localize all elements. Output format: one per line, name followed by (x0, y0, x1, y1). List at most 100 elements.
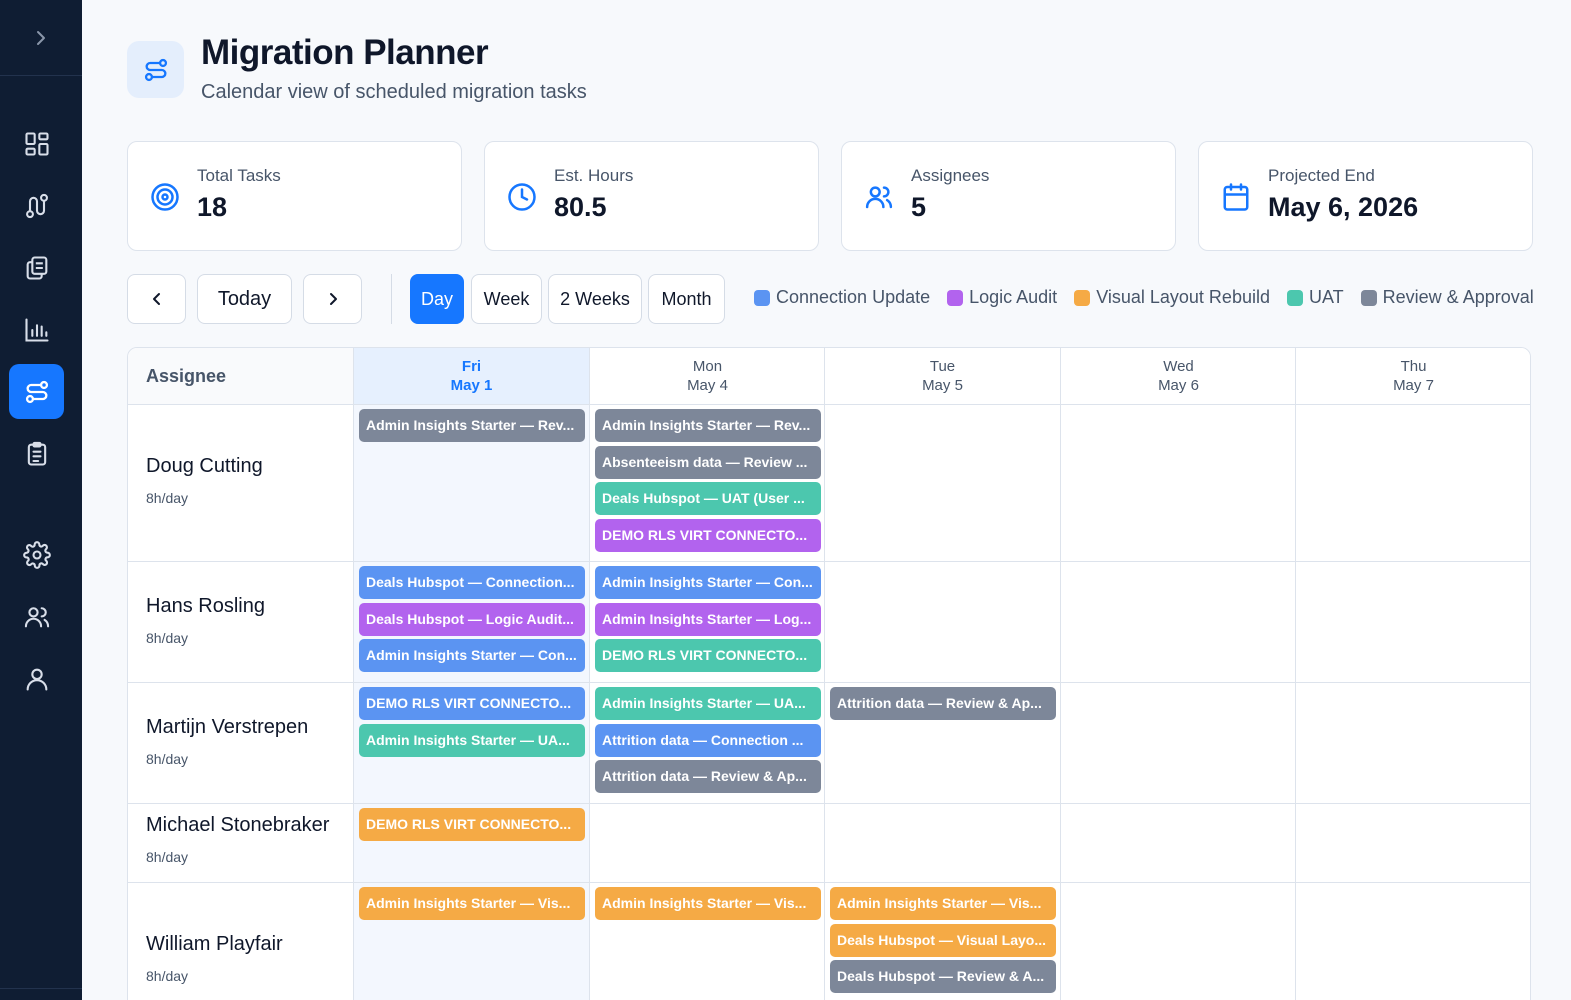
task-block[interactable]: Admin Insights Starter — UA... (595, 687, 821, 720)
day-cell[interactable] (1295, 405, 1530, 561)
task-block[interactable]: Attrition data — Review & Ap... (595, 760, 821, 794)
users-icon (865, 186, 893, 209)
day-cell[interactable]: Deals Hubspot — Connection... Deals Hubsp… (353, 562, 589, 682)
sidebar-item-migration-planner[interactable] (9, 364, 64, 419)
stat-label: Assignees (911, 166, 990, 185)
day-cell[interactable]: Admin Insights Starter — Rev... Absenteei… (589, 405, 825, 561)
stat-card-est-hours: Est. Hours 80.5 (484, 141, 819, 251)
task-block[interactable]: Attrition data — Review & Ap... (830, 687, 1056, 720)
task-block[interactable]: Admin Insights Starter — Vis... (595, 887, 821, 920)
legend-swatch (1360, 289, 1377, 306)
day-cell[interactable]: DEMO RLS VIRT CONNECTO... (353, 804, 589, 882)
day-date: May 7 (1393, 377, 1434, 394)
sidebar-item-profile[interactable] (9, 651, 64, 706)
legend-swatch (1074, 289, 1091, 306)
task-block[interactable]: Admin Insights Starter — Log... (595, 602, 821, 636)
task-block[interactable]: Admin Insights Starter — Rev... (359, 409, 585, 442)
day-cell[interactable]: Admin Insights Starter — Vis... (353, 883, 589, 1000)
stat-label: Total Tasks (197, 166, 281, 185)
task-block[interactable]: Admin Insights Starter — Con... (359, 639, 585, 673)
day-cell[interactable] (1295, 683, 1530, 803)
day-cell[interactable] (1060, 562, 1296, 682)
stat-label: Est. Hours (554, 166, 634, 185)
day-cell[interactable] (589, 804, 825, 882)
task-block[interactable]: Deals Hubspot — Logic Audit... (359, 602, 585, 636)
assignee-name: Hans Rosling (146, 595, 265, 617)
sidebar-item-pipelines[interactable] (9, 178, 64, 233)
stat-card-assignees: Assignees 5 (841, 141, 1176, 251)
day-cell[interactable] (1295, 883, 1530, 1000)
day-cell[interactable] (824, 804, 1060, 882)
sidebar-item-dashboard[interactable] (9, 116, 64, 171)
task-block[interactable]: Attrition data — Connection ... (595, 723, 821, 757)
user-icon (26, 668, 47, 691)
day-name: Wed (1163, 358, 1194, 375)
task-block[interactable]: Admin Insights Starter — Vis... (359, 887, 585, 920)
copy-icon (26, 255, 47, 280)
day-cell[interactable]: DEMO RLS VIRT CONNECTO... Admin Insights … (353, 683, 589, 803)
day-header-fri: Fri May 1 (353, 348, 589, 404)
workflow-icon (144, 58, 167, 81)
day-cell[interactable]: Attrition data — Review & Ap... (824, 683, 1060, 803)
sidebar-item-reports[interactable] (9, 240, 64, 295)
today-button[interactable]: Today (197, 274, 292, 324)
day-cell[interactable]: Admin Insights Starter — Vis... Deals Hub… (824, 883, 1060, 1000)
day-cell[interactable] (1060, 405, 1296, 561)
day-cell[interactable] (1060, 804, 1296, 882)
assignee-row: William Playfair 8h/day Admin Insights Sta… (128, 883, 1530, 1000)
legend: Connection Update Logic Audit Visual Lay… (754, 287, 1534, 308)
day-cell[interactable]: Admin Insights Starter — Con... Admin Ins… (589, 562, 825, 682)
bar-chart-icon (24, 317, 49, 342)
view-2-weeks-button[interactable]: 2 Weeks (548, 274, 642, 324)
task-block[interactable]: DEMO RLS VIRT CONNECTO... (595, 519, 821, 553)
task-block[interactable]: Admin Insights Starter — UA... (359, 723, 585, 757)
next-button[interactable] (303, 274, 362, 324)
day-cell[interactable] (824, 562, 1060, 682)
view-day-button[interactable]: Day (410, 274, 464, 324)
task-block[interactable]: DEMO RLS VIRT CONNECTO... (595, 639, 821, 673)
sidebar-toggle[interactable] (0, 0, 82, 76)
sidebar-item-settings[interactable] (9, 527, 64, 582)
task-block[interactable]: DEMO RLS VIRT CONNECTO... (359, 808, 585, 841)
calendar-header: Assignee Fri May 1 Mon May 4 Tue May 5 Wed May … (128, 348, 1530, 405)
calendar-icon (1223, 183, 1249, 211)
sidebar-item-team[interactable] (9, 589, 64, 644)
assignee-info: Hans Rosling 8h/day (146, 595, 265, 646)
task-block[interactable]: Absenteeism data — Review ... (595, 445, 821, 479)
day-name: Thu (1400, 358, 1427, 375)
day-date: May 5 (922, 377, 963, 394)
toolbar-divider (391, 274, 392, 324)
day-date: May 1 (450, 377, 493, 394)
assignee-info: Martijn Verstrepen 8h/day (146, 716, 308, 767)
day-cell[interactable] (1060, 883, 1296, 1000)
task-block[interactable]: Admin Insights Starter — Rev... (595, 409, 821, 442)
page-logo (127, 41, 184, 98)
task-block[interactable]: Deals Hubspot — Connection... (359, 566, 585, 599)
assignee-name: Michael Stonebraker (146, 814, 330, 836)
clipboard-list-icon (27, 441, 46, 466)
view-month-button[interactable]: Month (648, 274, 725, 324)
users-icon (24, 606, 49, 627)
task-block[interactable]: DEMO RLS VIRT CONNECTO... (359, 687, 585, 720)
sidebar-item-tasks[interactable] (9, 426, 64, 481)
task-block[interactable]: Admin Insights Starter — Con... (595, 566, 821, 599)
task-block[interactable]: Deals Hubspot — Review & A... (830, 960, 1056, 994)
day-cell[interactable] (824, 405, 1060, 561)
legend-label: Logic Audit (969, 287, 1058, 307)
day-cell[interactable]: Admin Insights Starter — Vis... (589, 883, 825, 1000)
day-cell[interactable] (1060, 683, 1296, 803)
day-cell[interactable]: Admin Insights Starter — UA... Attrition … (589, 683, 825, 803)
assignee-name: Doug Cutting (146, 455, 263, 477)
assignee-capacity: 8h/day (146, 630, 189, 646)
assignee-capacity: 8h/day (146, 490, 189, 506)
view-week-button[interactable]: Week (471, 274, 542, 324)
task-block[interactable]: Admin Insights Starter — Vis... (830, 887, 1056, 920)
chevron-left-icon (152, 293, 160, 305)
day-cell[interactable] (1295, 804, 1530, 882)
task-block[interactable]: Deals Hubspot — UAT (User ... (595, 482, 821, 516)
sidebar-item-analytics[interactable] (9, 302, 64, 357)
day-cell[interactable] (1295, 562, 1530, 682)
day-cell[interactable]: Admin Insights Starter — Rev... (353, 405, 589, 561)
task-block[interactable]: Deals Hubspot — Visual Layo... (830, 923, 1056, 957)
prev-button[interactable] (127, 274, 186, 324)
